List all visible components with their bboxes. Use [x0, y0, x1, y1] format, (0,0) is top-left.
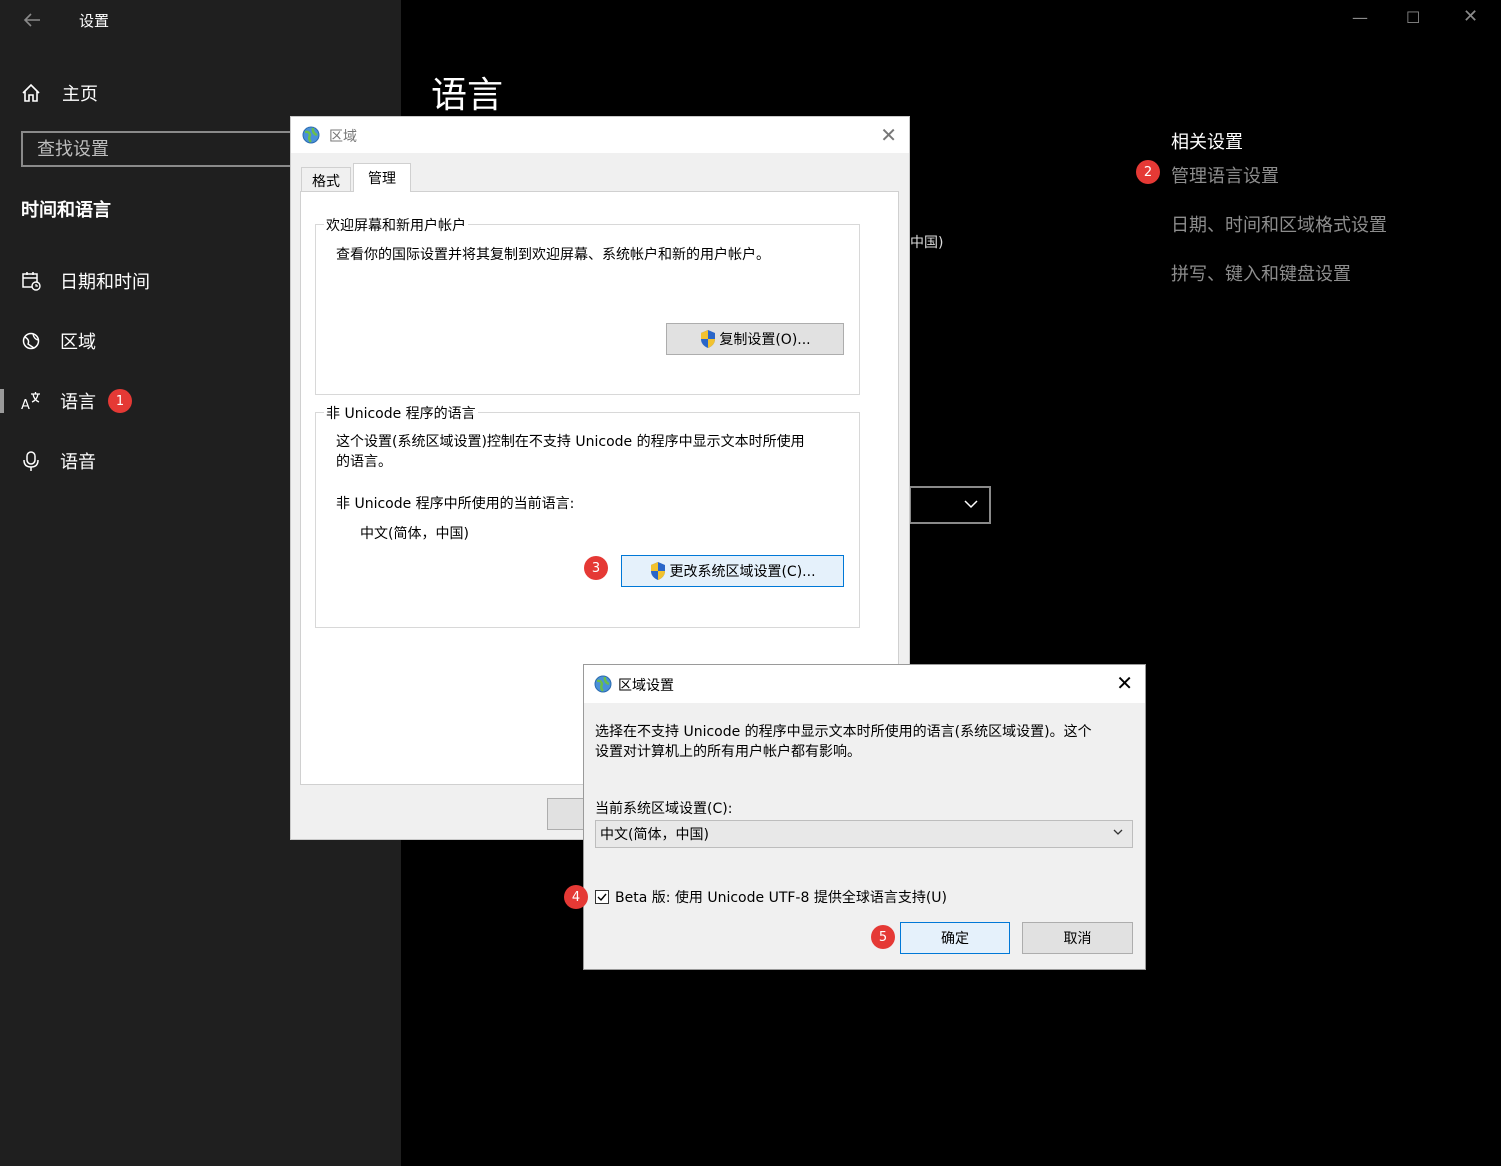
step-badge-1: 1 — [108, 389, 132, 413]
language-icon: A — [20, 390, 42, 412]
chevron-down-icon — [1112, 826, 1124, 841]
welcome-group-description: 查看你的国际设置并将其复制到欢迎屏幕、系统帐户和新的用户帐户。 — [336, 247, 770, 263]
globe-icon — [20, 330, 42, 352]
group-legend: 非 Unicode 程序的语言 — [324, 403, 478, 423]
link-spelling-typing-keyboard[interactable]: 拼写、键入和键盘设置 — [1171, 260, 1351, 286]
nav-item-language[interactable]: A 语言 1 — [20, 386, 132, 416]
calendar-clock-icon — [20, 270, 42, 292]
beta-utf8-checkbox[interactable] — [595, 890, 609, 904]
search-box[interactable] — [21, 131, 321, 167]
uac-shield-icon — [649, 561, 667, 581]
link-manage-language[interactable]: 管理语言设置 — [1171, 162, 1279, 188]
svg-text:A: A — [21, 398, 30, 412]
description-line2: 设置对计算机上的所有用户帐户都有影响。 — [595, 744, 861, 760]
home-icon — [20, 82, 42, 104]
minimize-icon[interactable]: — — [1352, 8, 1368, 27]
nav-home[interactable]: 主页 — [20, 78, 98, 108]
nav-item-date-time[interactable]: 日期和时间 — [20, 266, 150, 296]
globe-icon — [301, 125, 321, 145]
cancel-button[interactable]: 取消 — [1022, 922, 1133, 954]
step-badge-5: 5 — [871, 925, 895, 949]
nav-home-label: 主页 — [62, 84, 98, 105]
description-line1: 选择在不支持 Unicode 的程序中显示文本时所使用的语言(系统区域设置)。这… — [595, 724, 1092, 740]
button-label: 更改系统区域设置(C)... — [669, 564, 816, 580]
close-icon[interactable]: ✕ — [880, 123, 897, 147]
region-dialog-title: 区域 — [329, 129, 357, 145]
step-badge-3: 3 — [584, 556, 608, 580]
close-icon[interactable]: ✕ — [1116, 671, 1133, 695]
chevron-down-icon — [963, 496, 979, 516]
region-dialog-ok-button-partial[interactable] — [547, 798, 587, 830]
non-unicode-group: 非 Unicode 程序的语言 这个设置(系统区域设置)控制在不支持 Unico… — [315, 403, 860, 628]
system-locale-title: 区域设置 — [618, 678, 674, 694]
system-locale-description: 选择在不支持 Unicode 的程序中显示文本时所使用的语言(系统区域设置)。这… — [595, 722, 1135, 762]
group-legend: 欢迎屏幕和新用户帐户 — [324, 215, 468, 235]
welcome-screen-group: 欢迎屏幕和新用户帐户 查看你的国际设置并将其复制到欢迎屏幕、系统帐户和新的用户帐… — [315, 215, 860, 395]
button-label: 复制设置(O)... — [719, 332, 811, 348]
section-title: 时间和语言 — [21, 200, 111, 221]
back-arrow-icon[interactable] — [20, 8, 44, 32]
background-text-fragment: 中国) — [910, 235, 944, 251]
search-input[interactable] — [23, 133, 287, 165]
nav-item-speech[interactable]: 语音 — [20, 446, 96, 476]
tab-administrative[interactable]: 管理 — [353, 163, 411, 192]
non-unicode-description-line1: 这个设置(系统区域设置)控制在不支持 Unicode 的程序中显示文本时所使用 — [336, 434, 805, 450]
tab-format[interactable]: 格式 — [301, 167, 351, 193]
non-unicode-description-line2: 的语言。 — [336, 454, 392, 470]
step-badge-2: 2 — [1136, 160, 1160, 184]
system-locale-select[interactable]: 中文(简体，中国) — [595, 820, 1133, 848]
beta-utf8-label: Beta 版: 使用 Unicode UTF-8 提供全球语言支持(U) — [615, 890, 948, 906]
current-language-label: 非 Unicode 程序中所使用的当前语言: — [336, 496, 575, 512]
select-value: 中文(简体，中国) — [600, 827, 709, 843]
nav-item-label: 语音 — [60, 452, 96, 473]
region-dialog-titlebar: 区域 ✕ — [291, 117, 909, 153]
step-badge-4: 4 — [564, 885, 588, 909]
app-title: 设置 — [79, 12, 110, 30]
related-settings-title: 相关设置 — [1171, 132, 1243, 153]
page-title: 语言 — [431, 75, 504, 116]
beta-utf8-option[interactable]: Beta 版: 使用 Unicode UTF-8 提供全球语言支持(U) — [595, 887, 947, 907]
current-locale-label: 当前系统区域设置(C): — [595, 801, 733, 817]
link-date-time-region-format[interactable]: 日期、时间和区域格式设置 — [1171, 211, 1387, 237]
uac-shield-icon — [699, 329, 717, 349]
maximize-icon[interactable]: ☐ — [1406, 8, 1420, 27]
system-locale-titlebar: 区域设置 ✕ — [584, 665, 1145, 703]
current-language-value: 中文(简体，中国) — [360, 526, 469, 542]
nav-item-label: 语言 — [60, 392, 96, 413]
change-system-locale-button[interactable]: 更改系统区域设置(C)... — [621, 555, 844, 587]
nav-item-region[interactable]: 区域 — [20, 326, 96, 356]
nav-item-label: 区域 — [60, 332, 96, 353]
nav-item-label: 日期和时间 — [60, 272, 150, 293]
close-icon[interactable]: ✕ — [1463, 6, 1478, 27]
background-dropdown[interactable] — [909, 486, 991, 524]
globe-icon — [593, 674, 613, 694]
copy-settings-button[interactable]: 复制设置(O)... — [666, 323, 844, 355]
ok-button[interactable]: 确定 — [900, 922, 1010, 954]
microphone-icon — [20, 450, 42, 472]
nav-active-indicator — [0, 389, 4, 413]
system-locale-dialog: 区域设置 ✕ 选择在不支持 Unicode 的程序中显示文本时所使用的语言(系统… — [564, 664, 1146, 970]
